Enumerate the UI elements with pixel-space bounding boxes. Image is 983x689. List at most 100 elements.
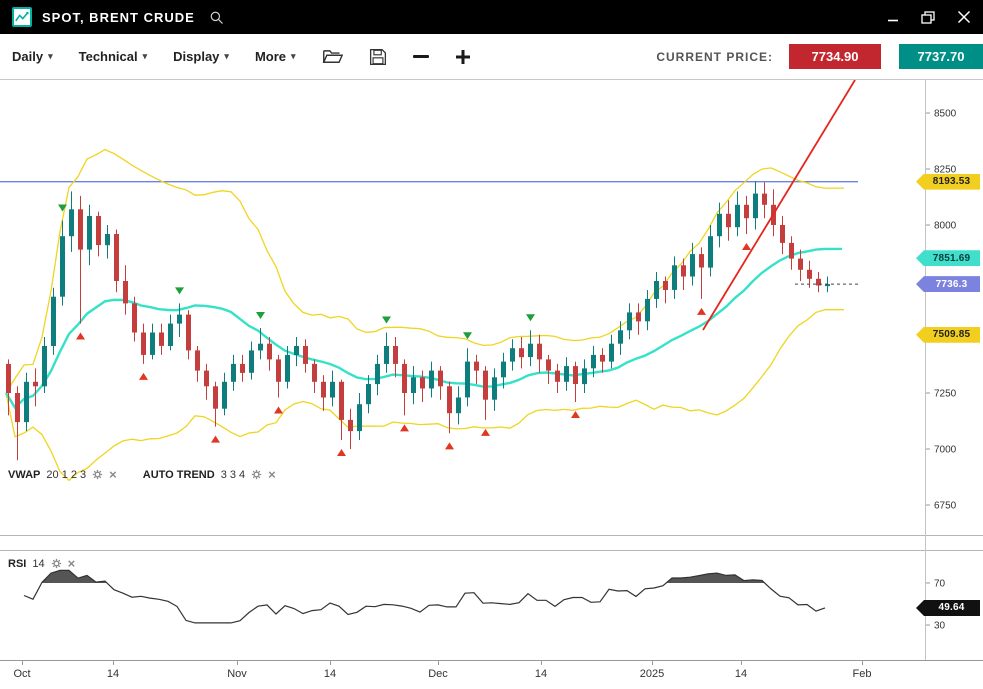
gear-icon[interactable] — [92, 469, 103, 480]
window-controls — [887, 10, 971, 24]
x-axis-label: Feb — [853, 668, 872, 680]
sell-signal-marker — [175, 287, 184, 294]
zoom-out-icon[interactable] — [413, 55, 429, 58]
candle-body — [357, 404, 362, 431]
candle-body — [15, 393, 20, 422]
candle-body — [681, 265, 686, 276]
time-axis[interactable]: Oct14Nov14Dec14202514Feb — [0, 660, 983, 689]
save-icon[interactable] — [369, 48, 387, 66]
x-axis-label: Nov — [227, 668, 247, 680]
open-folder-icon[interactable] — [322, 48, 343, 66]
buy-signal-marker — [481, 429, 490, 436]
candle-body — [141, 333, 146, 355]
sell-signal-marker — [256, 312, 265, 319]
timeframe-menu[interactable]: Daily ▾ — [12, 49, 53, 64]
candle-body — [132, 303, 137, 332]
candle-body — [699, 254, 704, 267]
candle-body — [51, 297, 56, 346]
rsi-value-tag: 49.64 — [916, 600, 980, 616]
candle-body — [483, 371, 488, 400]
x-axis-tick — [652, 661, 653, 665]
candle-body — [573, 366, 578, 384]
candle-body — [96, 216, 101, 245]
more-menu[interactable]: More▾ — [255, 49, 296, 64]
search-icon[interactable] — [209, 10, 224, 25]
candle-body — [258, 344, 263, 351]
candle-body — [276, 359, 281, 381]
candle-body — [636, 312, 641, 321]
minimize-button[interactable] — [887, 11, 899, 23]
x-axis-tick — [113, 661, 114, 665]
x-axis-label: Oct — [13, 668, 30, 680]
restore-button[interactable] — [921, 11, 935, 24]
autotrend-indicator-params: 3 3 4 — [221, 469, 245, 481]
close-indicator-icon[interactable]: × — [268, 468, 276, 481]
x-axis-tick — [237, 661, 238, 665]
buy-signal-marker — [742, 243, 751, 250]
rsi-chart[interactable]: 7030 — [0, 550, 983, 660]
y-axis-label: 7000 — [934, 445, 957, 456]
candle-body — [753, 194, 758, 219]
auto-trend-line[interactable] — [703, 80, 855, 330]
price-axis-border[interactable] — [925, 80, 926, 660]
candle-body — [555, 371, 560, 382]
candle-body — [474, 362, 479, 371]
ask-price-badge: 7737.70 — [899, 44, 983, 69]
close-indicator-icon[interactable]: × — [68, 557, 76, 570]
candle-body — [780, 225, 785, 243]
candle-body — [312, 364, 317, 382]
candle-body — [123, 281, 128, 303]
main-chart[interactable]: 85008250800077507500725070006750 — [0, 80, 983, 535]
chevron-down-icon: ▾ — [48, 52, 53, 61]
close-indicator-icon[interactable]: × — [109, 468, 117, 481]
current-price-label: CURRENT PRICE: — [656, 50, 773, 64]
candle-body — [78, 209, 83, 249]
candles — [6, 181, 830, 460]
candle-body — [366, 384, 371, 404]
buy-signal-marker — [274, 406, 283, 413]
candle-body — [798, 259, 803, 270]
candle-body — [105, 234, 110, 245]
candle-body — [375, 364, 380, 384]
x-axis-tick — [330, 661, 331, 665]
candle-body — [456, 398, 461, 414]
vwap-indicator-label: VWAP — [8, 469, 40, 481]
candle-body — [321, 382, 326, 398]
rsi-pane-border — [0, 550, 983, 551]
candle-body — [645, 299, 650, 321]
buy-signal-marker — [211, 436, 220, 443]
autotrend-indicator-label: AUTO TREND — [143, 469, 215, 481]
candle-body — [492, 377, 497, 399]
x-axis-tick — [741, 661, 742, 665]
x-axis-tick — [22, 661, 23, 665]
candle-body — [240, 364, 245, 373]
candle-body — [330, 382, 335, 398]
candle-body — [609, 344, 614, 362]
x-axis-label: 14 — [535, 668, 547, 680]
x-axis-tick — [862, 661, 863, 665]
x-axis-label: 2025 — [640, 668, 664, 680]
candle-body — [429, 371, 434, 389]
display-menu[interactable]: Display▾ — [173, 49, 229, 64]
candle-body — [267, 344, 272, 360]
candle-body — [789, 243, 794, 259]
y-axis-label: 8500 — [934, 109, 957, 120]
candle-body — [762, 194, 767, 205]
technical-menu[interactable]: Technical▾ — [79, 49, 148, 64]
rsi-axis-label: 70 — [934, 579, 946, 590]
app-logo-icon — [12, 7, 32, 27]
indicator-legend-row: VWAP 20 1 2 3 × AUTO TREND 3 3 4 × — [8, 468, 276, 481]
timeframe-menu-label: Daily — [12, 49, 43, 64]
buy-signal-marker — [400, 424, 409, 431]
gear-icon[interactable] — [51, 558, 62, 569]
candle-body — [627, 312, 632, 330]
chevron-down-icon: ▾ — [143, 52, 148, 61]
zoom-in-icon[interactable] — [455, 49, 471, 65]
close-button[interactable] — [957, 10, 971, 24]
candle-body — [546, 359, 551, 370]
gear-icon[interactable] — [251, 469, 262, 480]
price-tag: 7509.85 — [916, 327, 980, 343]
candle-body — [510, 348, 515, 361]
pane-divider[interactable] — [0, 535, 983, 536]
candle-body — [384, 346, 389, 364]
